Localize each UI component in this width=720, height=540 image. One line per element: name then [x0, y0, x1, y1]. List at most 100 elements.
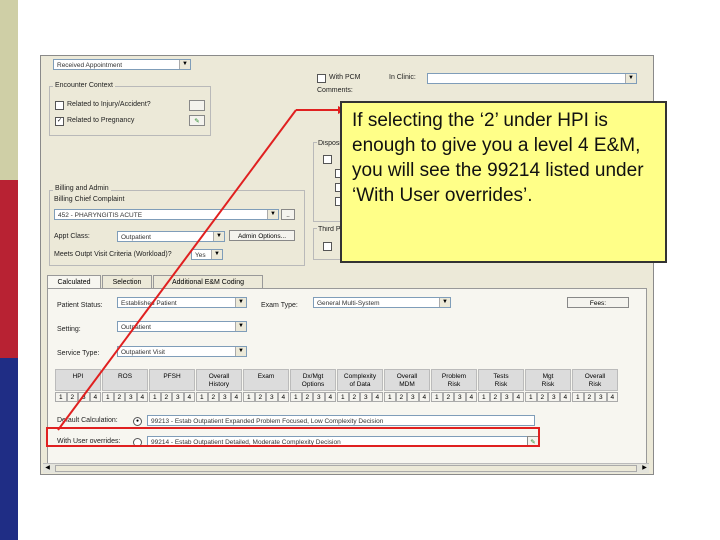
grid-cell[interactable]: 3 — [360, 392, 372, 402]
grid-header-line2: Risk — [588, 381, 602, 388]
meets-criteria-field[interactable]: Yes ▼ — [191, 249, 223, 260]
grid-header-4: Exam — [243, 369, 289, 391]
fees-button[interactable]: Fees: — [567, 297, 629, 308]
grid-header-line1: Mgt — [542, 373, 554, 380]
grid-header-line1: Overall — [208, 373, 230, 380]
with-pcm-checkbox[interactable] — [317, 74, 326, 83]
grid-cell[interactable]: 4 — [418, 392, 430, 402]
grid-cell[interactable]: 3 — [313, 392, 325, 402]
horizontal-scrollbar[interactable]: ◀ ▶ — [43, 463, 649, 473]
grid-cell[interactable]: 2 — [583, 392, 595, 402]
grid-cell[interactable]: 1 — [196, 392, 208, 402]
grid-cell[interactable]: 3 — [548, 392, 560, 402]
setting-field[interactable]: Outpatient ▼ — [117, 321, 247, 332]
chevron-down-icon[interactable]: ▼ — [267, 210, 278, 219]
pregnancy-details-button[interactable]: ✎ — [189, 115, 205, 126]
exam-type-field[interactable]: General Multi-System ▼ — [313, 297, 451, 308]
grid-cell[interactable]: 3 — [78, 392, 90, 402]
grid-cell[interactable]: 4 — [371, 392, 383, 402]
in-clinic-field[interactable]: ▼ — [427, 73, 637, 84]
grid-header-line2: Risk — [494, 381, 508, 388]
chevron-down-icon[interactable]: ▼ — [625, 74, 636, 83]
grid-header-line2: MDM — [399, 381, 415, 388]
grid-cell[interactable]: 4 — [89, 392, 101, 402]
grid-cell[interactable]: 2 — [160, 392, 172, 402]
grid-cell[interactable]: 3 — [501, 392, 513, 402]
grid-cell[interactable]: 4 — [277, 392, 289, 402]
grid-cell[interactable]: 3 — [125, 392, 137, 402]
third-party-checkbox[interactable] — [323, 242, 332, 251]
grid-cell[interactable]: 3 — [172, 392, 184, 402]
grid-cell[interactable]: 3 — [266, 392, 278, 402]
comments-label: Comments: — [317, 87, 353, 94]
grid-cell[interactable]: 2 — [113, 392, 125, 402]
grid-header-line1: Problem — [441, 373, 467, 380]
chevron-down-icon[interactable]: ▼ — [235, 298, 246, 307]
grid-cell[interactable]: 3 — [407, 392, 419, 402]
grid-cell[interactable]: 1 — [478, 392, 490, 402]
admin-options-button[interactable]: Admin Options... — [229, 230, 295, 241]
grid-cell[interactable]: 3 — [595, 392, 607, 402]
grid-cell[interactable]: 4 — [606, 392, 618, 402]
service-type-field[interactable]: Outpatient Visit ▼ — [117, 346, 247, 357]
tab-additional-em-coding[interactable]: Additional E&M Coding — [153, 275, 263, 288]
grid-cell[interactable]: 2 — [489, 392, 501, 402]
grid-cell[interactable]: 1 — [243, 392, 255, 402]
appointment-status-field[interactable]: Received Appointment ▼ — [53, 59, 191, 70]
grid-cell[interactable]: 4 — [559, 392, 571, 402]
grid-cell[interactable]: 1 — [525, 392, 537, 402]
tab-calculated[interactable]: Calculated — [47, 275, 101, 288]
injury-details-button[interactable] — [189, 100, 205, 111]
grid-header-line2: Risk — [447, 381, 461, 388]
grid-cell[interactable]: 2 — [66, 392, 78, 402]
grid-cell[interactable]: 4 — [512, 392, 524, 402]
grid-cell[interactable]: 2 — [348, 392, 360, 402]
pregnancy-checkbox[interactable]: ✓ — [55, 117, 64, 126]
grid-cell[interactable]: 1 — [290, 392, 302, 402]
grid-cell[interactable]: 4 — [465, 392, 477, 402]
grid-header-0: HPI — [55, 369, 101, 391]
grid-cell[interactable]: 3 — [219, 392, 231, 402]
grid-cell[interactable]: 2 — [442, 392, 454, 402]
grid-cell[interactable]: 2 — [254, 392, 266, 402]
chief-complaint-lookup-button[interactable]: .. — [281, 209, 295, 220]
scroll-left-icon[interactable]: ◀ — [43, 464, 52, 473]
grid-cell[interactable]: 1 — [572, 392, 584, 402]
grid-cell[interactable]: 2 — [207, 392, 219, 402]
disposition-checkbox-1[interactable] — [323, 155, 332, 164]
injury-accident-label: Related to Injury/Accident? — [67, 101, 151, 108]
grid-header-line2: History — [208, 381, 230, 388]
grid-cell[interactable]: 4 — [136, 392, 148, 402]
grid-header-5: Dx/Mgt Options — [290, 369, 336, 391]
scroll-right-icon[interactable]: ▶ — [640, 464, 649, 473]
scroll-thumb[interactable] — [55, 465, 637, 472]
grid-cell[interactable]: 1 — [55, 392, 67, 402]
grid-cell[interactable]: 4 — [324, 392, 336, 402]
default-calculation-radio[interactable]: ● — [133, 417, 142, 426]
grid-cell[interactable]: 2 — [301, 392, 313, 402]
chevron-down-icon[interactable]: ▼ — [235, 322, 246, 331]
chevron-down-icon[interactable]: ▼ — [211, 250, 222, 259]
chevron-down-icon[interactable]: ▼ — [235, 347, 246, 356]
grid-cell[interactable]: 3 — [454, 392, 466, 402]
patient-status-field[interactable]: Established Patient ▼ — [117, 297, 247, 308]
grid-cell[interactable]: 2 — [395, 392, 407, 402]
grid-cell[interactable]: 1 — [102, 392, 114, 402]
chevron-down-icon[interactable]: ▼ — [439, 298, 450, 307]
grid-header-9: Tests Risk — [478, 369, 524, 391]
grid-cell[interactable]: 4 — [183, 392, 195, 402]
grid-cell[interactable]: 4 — [230, 392, 242, 402]
chevron-down-icon[interactable]: ▼ — [213, 232, 224, 241]
grid-cell[interactable]: 1 — [431, 392, 443, 402]
annotation-callout-text: If selecting the ‘2’ under HPI is enough… — [352, 110, 644, 206]
chevron-down-icon[interactable]: ▼ — [179, 60, 190, 69]
tab-selection[interactable]: Selection — [102, 275, 152, 288]
injury-accident-checkbox[interactable] — [55, 101, 64, 110]
grid-cell[interactable]: 1 — [384, 392, 396, 402]
grid-cell[interactable]: 2 — [536, 392, 548, 402]
appt-class-field[interactable]: Outpatient ▼ — [117, 231, 225, 242]
grid-cell[interactable]: 1 — [337, 392, 349, 402]
grid-header-3: Overall History — [196, 369, 242, 391]
billing-chief-complaint-field[interactable]: 452 - PHARYNGITIS ACUTE ▼ — [54, 209, 279, 220]
grid-cell[interactable]: 1 — [149, 392, 161, 402]
